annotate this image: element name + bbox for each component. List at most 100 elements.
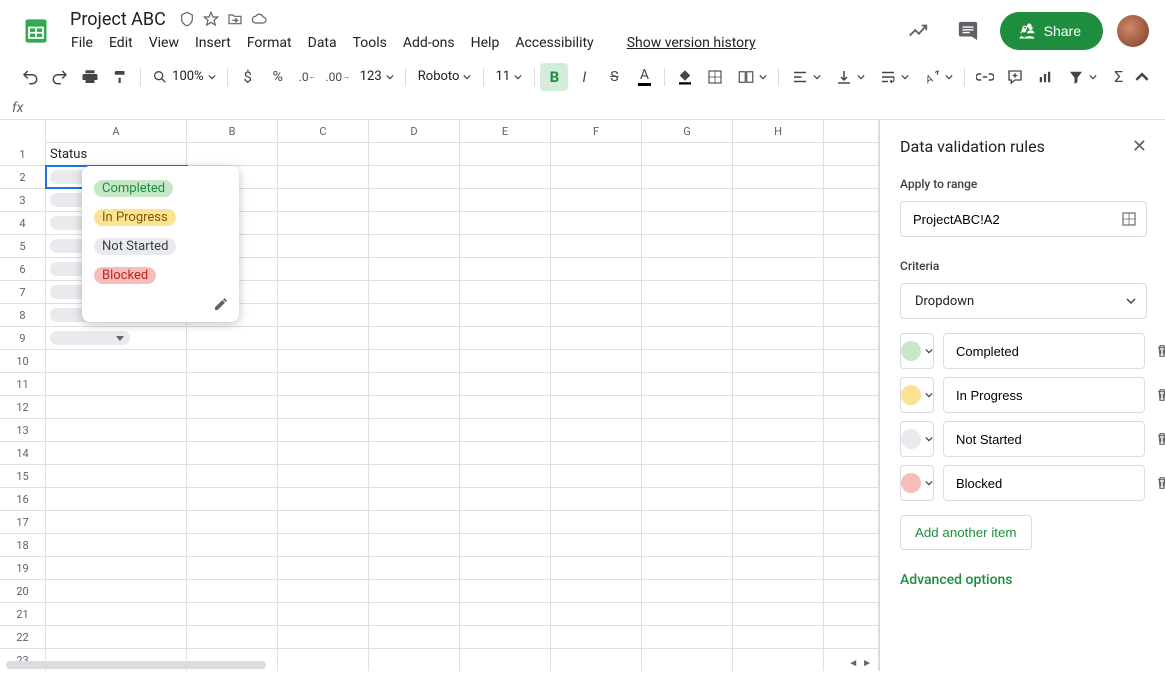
cell[interactable] bbox=[278, 143, 369, 165]
cell[interactable] bbox=[278, 235, 369, 257]
color-swatch-select[interactable] bbox=[900, 421, 934, 457]
user-avatar[interactable] bbox=[1117, 15, 1149, 47]
col-header-G[interactable]: G bbox=[642, 120, 733, 142]
cell[interactable] bbox=[642, 603, 733, 625]
cell[interactable] bbox=[460, 212, 551, 234]
cell[interactable] bbox=[733, 143, 824, 165]
cell[interactable] bbox=[278, 649, 369, 671]
cell[interactable] bbox=[733, 166, 824, 188]
cell[interactable] bbox=[642, 189, 733, 211]
decimal-decrease-button[interactable]: .0← bbox=[294, 63, 322, 91]
merge-button[interactable] bbox=[731, 63, 773, 91]
col-header-D[interactable]: D bbox=[369, 120, 460, 142]
cell[interactable] bbox=[187, 603, 278, 625]
h-align-button[interactable] bbox=[785, 63, 827, 91]
cell[interactable] bbox=[278, 488, 369, 510]
cell[interactable] bbox=[642, 373, 733, 395]
cell[interactable] bbox=[733, 649, 824, 671]
cell[interactable] bbox=[551, 166, 642, 188]
cell[interactable] bbox=[46, 626, 187, 648]
menu-addons[interactable]: Add-ons bbox=[396, 31, 462, 55]
cell[interactable] bbox=[187, 442, 278, 464]
cell[interactable] bbox=[733, 580, 824, 602]
cell[interactable] bbox=[551, 373, 642, 395]
cell[interactable] bbox=[642, 258, 733, 280]
cell[interactable] bbox=[187, 373, 278, 395]
tab-next-icon[interactable]: ► bbox=[862, 658, 872, 669]
cell[interactable] bbox=[369, 626, 460, 648]
cell[interactable] bbox=[642, 442, 733, 464]
cell[interactable] bbox=[642, 488, 733, 510]
cell[interactable] bbox=[46, 442, 187, 464]
sheets-logo[interactable] bbox=[16, 11, 56, 51]
cell[interactable] bbox=[369, 258, 460, 280]
row-header[interactable]: 19 bbox=[0, 557, 46, 579]
cell[interactable] bbox=[187, 350, 278, 372]
zoom-select[interactable]: 100% bbox=[146, 63, 221, 91]
dropdown-option[interactable]: In Progress bbox=[82, 203, 239, 232]
color-swatch-select[interactable] bbox=[900, 465, 934, 501]
cell[interactable] bbox=[460, 649, 551, 671]
option-value-input[interactable] bbox=[943, 465, 1145, 501]
redo-button[interactable] bbox=[46, 63, 74, 91]
cell[interactable] bbox=[733, 557, 824, 579]
version-history-link[interactable]: Show version history bbox=[627, 35, 756, 51]
cell[interactable] bbox=[369, 189, 460, 211]
cell[interactable] bbox=[642, 419, 733, 441]
delete-option-icon[interactable] bbox=[1154, 475, 1165, 491]
dropdown-option[interactable]: Completed bbox=[82, 174, 239, 203]
cell[interactable] bbox=[46, 350, 187, 372]
row-header[interactable]: 1 bbox=[0, 143, 46, 165]
cell[interactable] bbox=[642, 396, 733, 418]
cell[interactable] bbox=[642, 327, 733, 349]
cell[interactable] bbox=[369, 350, 460, 372]
col-header-E[interactable]: E bbox=[460, 120, 551, 142]
cell[interactable] bbox=[733, 442, 824, 464]
cell[interactable] bbox=[369, 465, 460, 487]
cell[interactable] bbox=[642, 465, 733, 487]
cell[interactable] bbox=[278, 281, 369, 303]
menu-help[interactable]: Help bbox=[464, 31, 507, 55]
cell[interactable] bbox=[460, 350, 551, 372]
menu-tools[interactable]: Tools bbox=[346, 31, 394, 55]
cell[interactable] bbox=[551, 212, 642, 234]
cell[interactable] bbox=[460, 557, 551, 579]
cell[interactable] bbox=[642, 235, 733, 257]
cell[interactable] bbox=[46, 396, 187, 418]
cell[interactable] bbox=[278, 419, 369, 441]
cell[interactable] bbox=[733, 350, 824, 372]
row-header[interactable]: 5 bbox=[0, 235, 46, 257]
close-sidebar-icon[interactable]: ✕ bbox=[1132, 136, 1147, 157]
italic-button[interactable]: I bbox=[570, 63, 598, 91]
cell[interactable] bbox=[733, 281, 824, 303]
cell[interactable] bbox=[551, 350, 642, 372]
print-button[interactable] bbox=[76, 63, 104, 91]
link-button[interactable] bbox=[971, 63, 999, 91]
row-header[interactable]: 4 bbox=[0, 212, 46, 234]
cell[interactable] bbox=[278, 511, 369, 533]
row-header[interactable]: 12 bbox=[0, 396, 46, 418]
cell[interactable] bbox=[733, 304, 824, 326]
row-header[interactable]: 2 bbox=[0, 166, 46, 188]
horizontal-scrollbar[interactable] bbox=[6, 661, 266, 669]
move-icon[interactable] bbox=[226, 10, 244, 28]
cell[interactable] bbox=[733, 396, 824, 418]
cell[interactable] bbox=[369, 488, 460, 510]
undo-button[interactable] bbox=[16, 63, 44, 91]
col-header-B[interactable]: B bbox=[187, 120, 278, 142]
row-header[interactable]: 13 bbox=[0, 419, 46, 441]
cell[interactable] bbox=[187, 327, 278, 349]
cell[interactable] bbox=[460, 281, 551, 303]
cell[interactable] bbox=[46, 488, 187, 510]
cell[interactable] bbox=[369, 212, 460, 234]
dropdown-option[interactable]: Blocked bbox=[82, 261, 239, 290]
text-color-button[interactable]: A bbox=[630, 63, 658, 91]
cell[interactable] bbox=[278, 534, 369, 556]
v-align-button[interactable] bbox=[829, 63, 871, 91]
paint-format-button[interactable] bbox=[106, 63, 134, 91]
cell[interactable] bbox=[369, 580, 460, 602]
cell[interactable] bbox=[369, 557, 460, 579]
delete-option-icon[interactable] bbox=[1154, 387, 1165, 403]
star-icon[interactable] bbox=[202, 10, 220, 28]
row-header[interactable]: 17 bbox=[0, 511, 46, 533]
